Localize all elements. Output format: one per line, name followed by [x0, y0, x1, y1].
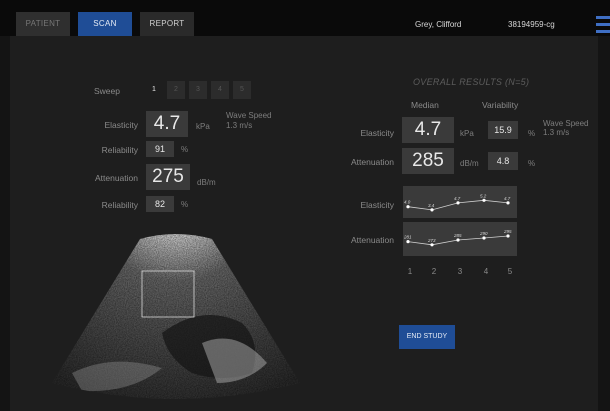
elasticity-trend-value-label: 5.2 — [480, 193, 487, 198]
sweep-4-button[interactable]: 4 — [211, 81, 229, 99]
elasticity-trend-value-label: 4.7 — [504, 196, 511, 201]
patient-id: 38194959-cg — [508, 20, 555, 29]
wave-speed-value: 1.3 m/s — [226, 121, 253, 130]
trend-x-label: 3 — [457, 267, 463, 276]
elasticity-trend-point — [430, 208, 434, 212]
reliability-label-attenuation: Reliability — [101, 200, 138, 210]
elasticity-label: Elasticity — [104, 120, 138, 130]
elasticity-trend-point — [506, 201, 510, 205]
sweep-1-button[interactable]: 1 — [145, 81, 163, 99]
results-attenuation-median: 285 — [402, 148, 454, 174]
attenuation-trend-point — [456, 238, 460, 242]
attenuation-label: Attenuation — [94, 173, 138, 183]
attenuation-trend-point — [406, 240, 410, 244]
trend-x-label: 5 — [507, 267, 513, 276]
attenuation-trend-point — [506, 234, 510, 238]
trend-attenuation-label: Attenuation — [350, 235, 394, 245]
tab-patient[interactable]: PATIENT — [16, 12, 70, 36]
attenuation-trend-chart: 281 273 285 290 295 — [403, 222, 517, 256]
results-elasticity-label: Elasticity — [360, 128, 394, 138]
elasticity-trend-value-label: 4.7 — [454, 196, 461, 201]
reliability-value-elasticity: 91 — [146, 141, 174, 157]
results-attenuation-var-unit: % — [528, 159, 536, 168]
wave-speed-label: Wave Speed — [226, 111, 272, 120]
attenuation-trend-value-label: 285 — [453, 233, 462, 238]
trend-x-label: 4 — [483, 267, 489, 276]
results-attenuation-label: Attenuation — [350, 157, 394, 167]
results-wave-speed-label: Wave Speed — [543, 119, 589, 128]
trend-x-label: 1 — [407, 267, 413, 276]
reliability-unit-attenuation: % — [181, 200, 189, 209]
patient-name: Grey, Clifford — [415, 20, 462, 29]
end-study-button[interactable]: END STUDY — [399, 325, 455, 349]
overall-results-title: OVERALL RESULTS (N=5) — [413, 77, 530, 87]
ultrasound-image[interactable] — [52, 233, 300, 401]
attenuation-trend-value-label: 295 — [503, 229, 512, 234]
trend-x-label: 2 — [431, 267, 437, 276]
attenuation-trend-value-label: 273 — [427, 238, 436, 243]
tab-report[interactable]: REPORT — [140, 12, 194, 36]
elasticity-trend-point — [456, 201, 460, 205]
elasticity-value: 4.7 — [146, 111, 188, 137]
sweep-label: Sweep — [94, 86, 120, 96]
reliability-unit-elasticity: % — [181, 145, 189, 154]
elasticity-trend-point — [406, 205, 410, 209]
results-attenuation-unit: dB/m — [460, 159, 479, 168]
attenuation-trend-value-label: 281 — [403, 235, 412, 240]
elasticity-trend-chart: 4.0 3.4 4.7 5.2 4.7 — [403, 186, 517, 218]
trend-elasticity-label: Elasticity — [360, 200, 394, 210]
results-wave-speed-value: 1.3 m/s — [543, 128, 570, 137]
attenuation-unit: dB/m — [197, 178, 216, 187]
tab-scan[interactable]: SCAN — [78, 12, 132, 36]
variability-header: Variability — [482, 100, 519, 110]
results-elasticity-variability: 15.9 — [488, 121, 518, 139]
elasticity-trend-value-label: 3.4 — [428, 203, 435, 208]
menu-icon[interactable] — [596, 16, 610, 34]
elasticity-unit: kPa — [196, 122, 210, 131]
results-elasticity-median: 4.7 — [402, 117, 454, 143]
elasticity-trend-value-label: 4.0 — [404, 200, 411, 205]
results-attenuation-variability: 4.8 — [488, 152, 518, 170]
elasticity-trend-point — [482, 198, 486, 202]
attenuation-value: 275 — [146, 164, 190, 190]
reliability-label-elasticity: Reliability — [101, 145, 138, 155]
reliability-value-attenuation: 82 — [146, 196, 174, 212]
results-elasticity-var-unit: % — [528, 129, 536, 138]
results-elasticity-unit: kPa — [460, 129, 474, 138]
sweep-3-button[interactable]: 3 — [189, 81, 207, 99]
sweep-5-button[interactable]: 5 — [233, 81, 251, 99]
attenuation-trend-point — [430, 243, 434, 247]
median-header: Median — [411, 100, 439, 110]
top-bar: PATIENT SCAN REPORT Grey, Clifford 38194… — [0, 0, 610, 36]
attenuation-trend-point — [482, 236, 486, 240]
sweep-2-button[interactable]: 2 — [167, 81, 185, 99]
attenuation-trend-value-label: 290 — [479, 231, 488, 236]
